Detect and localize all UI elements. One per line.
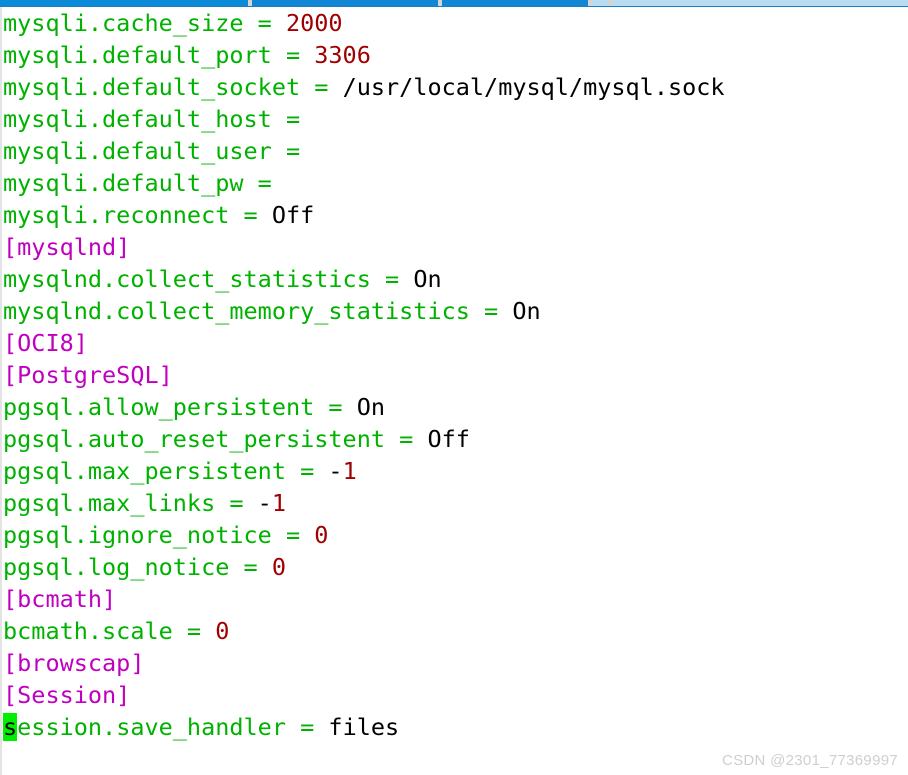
code-token-num: 1 xyxy=(271,489,286,517)
code-token-k: mysqli.default_host = xyxy=(3,105,315,133)
code-line[interactable]: mysqli.default_user = xyxy=(3,135,908,167)
code-token-k: pgsql.ignore_notice = xyxy=(3,521,315,549)
code-token-k: pgsql.log_notice = xyxy=(3,553,272,581)
code-line[interactable]: mysqli.reconnect = Off xyxy=(3,199,908,231)
editor-gutter-line xyxy=(0,7,2,775)
code-line[interactable]: [Session] xyxy=(3,679,908,711)
code-token-sec: [bcmath] xyxy=(3,585,117,613)
code-line[interactable]: session.save_handler = files xyxy=(3,711,908,743)
code-token-sec: [Session] xyxy=(3,681,131,709)
code-token-k: mysqli.default_pw = xyxy=(3,169,286,197)
code-token-sec: [PostgreSQL] xyxy=(3,361,173,389)
code-line[interactable]: pgsql.log_notice = 0 xyxy=(3,551,908,583)
code-line[interactable]: pgsql.max_links = -1 xyxy=(3,487,908,519)
code-line[interactable]: mysqli.default_host = xyxy=(3,103,908,135)
code-token-k: pgsql.auto_reset_persistent = xyxy=(3,425,428,453)
code-token-k: ession.save_handler = xyxy=(17,713,329,741)
code-token-k: mysqlnd.collect_statistics = xyxy=(3,265,414,293)
code-token-k: pgsql.allow_persistent = xyxy=(3,393,357,421)
code-line[interactable]: [PostgreSQL] xyxy=(3,359,908,391)
code-token-num: 2000 xyxy=(285,9,343,37)
code-token-val: Off xyxy=(271,201,315,229)
code-line[interactable]: mysqli.default_socket = /usr/local/mysql… xyxy=(3,71,908,103)
code-token-val: Off xyxy=(427,425,470,453)
csdn-watermark: CSDN @2301_77369997 xyxy=(721,752,898,769)
code-line[interactable]: mysqli.cache_size = 2000 xyxy=(3,7,908,39)
code-token-num: 1 xyxy=(342,457,357,485)
code-token-k: mysqli.default_socket = xyxy=(3,73,343,101)
code-line[interactable]: pgsql.auto_reset_persistent = Off xyxy=(3,423,908,455)
code-token-sec: [mysqlnd] xyxy=(3,233,131,261)
code-line[interactable]: [mysqlnd] xyxy=(3,231,908,263)
code-token-k: mysqlnd.collect_memory_statistics = xyxy=(3,297,513,325)
code-line[interactable]: [bcmath] xyxy=(3,583,908,615)
code-line[interactable]: mysqlnd.collect_memory_statistics = On xyxy=(3,295,908,327)
code-line[interactable]: pgsql.max_persistent = -1 xyxy=(3,455,908,487)
code-token-k: pgsql.max_persistent = xyxy=(3,457,329,485)
code-token-sec: [browscap] xyxy=(3,649,145,677)
code-token-val: /usr/local/mysql/mysql.sock xyxy=(342,73,725,101)
code-token-num: 0 xyxy=(215,617,230,645)
code-line[interactable]: mysqlnd.collect_statistics = On xyxy=(3,263,908,295)
code-token-op: - xyxy=(328,457,343,485)
code-token-k: mysqli.default_user = xyxy=(3,137,315,165)
code-line[interactable]: pgsql.ignore_notice = 0 xyxy=(3,519,908,551)
code-token-sec: [OCI8] xyxy=(3,329,88,357)
code-line[interactable]: bcmath.scale = 0 xyxy=(3,615,908,647)
code-token-val: files xyxy=(328,713,400,741)
code-token-val: On xyxy=(356,393,386,421)
code-token-num: 0 xyxy=(271,553,286,581)
text-cursor: s xyxy=(3,713,18,741)
code-line[interactable]: pgsql.allow_persistent = On xyxy=(3,391,908,423)
code-token-num: 3306 xyxy=(314,41,371,69)
code-token-val: On xyxy=(413,265,442,293)
code-token-num: 0 xyxy=(314,521,329,549)
code-editor-text-area[interactable]: mysqli.cache_size = 2000 mysqli.default_p… xyxy=(3,7,908,775)
code-token-val: On xyxy=(512,297,541,325)
code-token-k: mysqli.default_port = xyxy=(3,41,315,69)
code-line[interactable]: mysqli.default_port = 3306 xyxy=(3,39,908,71)
code-line[interactable]: [browscap] xyxy=(3,647,908,679)
code-token-k: bcmath.scale = xyxy=(3,617,216,645)
code-token-k: pgsql.max_links = xyxy=(3,489,258,517)
code-token-k: mysqli.reconnect = xyxy=(3,201,272,229)
code-token-k: mysqli.cache_size = xyxy=(3,9,286,37)
code-token-op: - xyxy=(257,489,272,517)
code-line[interactable]: mysqli.default_pw = xyxy=(3,167,908,199)
code-line[interactable]: [OCI8] xyxy=(3,327,908,359)
